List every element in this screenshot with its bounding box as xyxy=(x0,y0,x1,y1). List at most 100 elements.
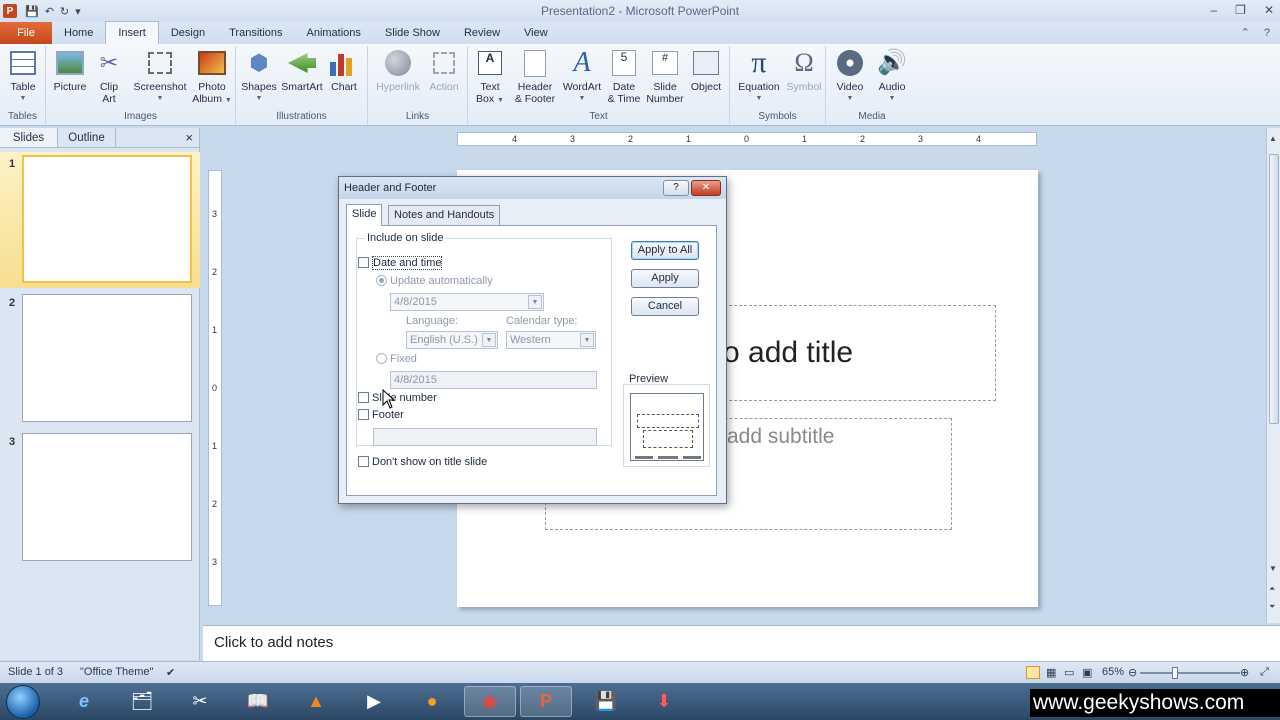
slide-thumbnail-row[interactable]: 2 xyxy=(0,291,200,427)
date-time-button[interactable]: 5 Date & Time xyxy=(604,48,644,105)
powerpoint-app-icon[interactable]: P xyxy=(3,4,17,18)
header-footer-button[interactable]: Header & Footer xyxy=(510,48,560,105)
vlc-icon[interactable]: ▲ xyxy=(290,686,342,717)
dont-show-title-checkbox[interactable]: Don't show on title slide xyxy=(358,456,487,468)
table-button[interactable]: Table ▼ xyxy=(6,48,40,105)
language-label: Language: xyxy=(406,315,458,327)
fixed-radio[interactable]: Fixed xyxy=(376,353,417,365)
tab-notes-handouts[interactable]: Notes and Handouts xyxy=(388,205,501,225)
tab-slide-show[interactable]: Slide Show xyxy=(373,22,452,44)
previous-slide-icon[interactable]: ⏶ xyxy=(1269,584,1275,594)
text-box-button[interactable]: A Text Box ▼ xyxy=(472,48,508,107)
tab-outline[interactable]: Outline xyxy=(58,128,116,147)
symbol-button[interactable]: Ω Symbol xyxy=(784,48,824,94)
language-select[interactable]: English (U.S.) ▼ xyxy=(406,331,498,349)
clip-art-button[interactable]: ✂ Clip Art xyxy=(94,48,124,106)
screenshot-button[interactable]: Screenshot ▼ xyxy=(130,48,190,105)
vertical-scrollbar[interactable]: ▲ ▼ ⏶ ⏷ xyxy=(1266,128,1280,623)
wordart-button[interactable]: A WordArt ▼ xyxy=(560,48,604,105)
hyperlink-globe-icon xyxy=(385,50,411,76)
file-manager-icon[interactable]: 💾 xyxy=(580,686,632,717)
calendar-type-select[interactable]: Western ▼ xyxy=(506,331,596,349)
chart-button[interactable]: Chart xyxy=(328,48,360,93)
smartart-button[interactable]: SmartArt xyxy=(280,48,324,93)
ie-icon[interactable]: e xyxy=(58,686,110,717)
tab-home[interactable]: Home xyxy=(52,22,105,44)
powerpoint-icon[interactable]: P xyxy=(520,686,572,717)
photo-album-button[interactable]: Photo Album ▼ xyxy=(192,48,232,107)
explorer-icon[interactable]: 🗂 xyxy=(116,686,168,717)
minimize-button[interactable]: – xyxy=(1210,3,1217,17)
slide-thumbnail[interactable] xyxy=(22,294,192,422)
audio-button[interactable]: 🔊 Audio ▼ xyxy=(872,48,912,105)
dialog-help-button[interactable]: ? xyxy=(663,180,689,196)
slide-thumbnail[interactable] xyxy=(22,155,192,283)
cancel-button[interactable]: Cancel xyxy=(631,297,699,316)
tab-slide[interactable]: Slide xyxy=(346,204,383,226)
apply-to-all-button[interactable]: Apply to All xyxy=(631,241,699,260)
ebook-icon[interactable]: 📖 xyxy=(232,686,284,717)
scrollbar-thumb[interactable] xyxy=(1269,154,1279,424)
footer-input[interactable] xyxy=(373,428,597,446)
spellcheck-icon[interactable]: ✔ xyxy=(166,666,175,679)
shapes-button[interactable]: ⬢ Shapes ▼ xyxy=(240,48,278,105)
group-illustrations: ⬢ Shapes ▼ SmartArt Chart Illustrations xyxy=(236,46,368,124)
slide-number-button[interactable]: # Slide Number xyxy=(644,48,686,105)
customize-icon[interactable]: ▾ xyxy=(75,5,81,18)
start-button[interactable] xyxy=(6,685,40,719)
tab-review[interactable]: Review xyxy=(452,22,512,44)
action-button[interactable]: Action xyxy=(426,48,462,93)
slide-show-view-icon[interactable]: ▣ xyxy=(1082,666,1092,679)
dialog-close-button[interactable]: ✕ xyxy=(691,180,721,196)
fixed-date-input[interactable]: 4/8/2015 xyxy=(390,371,597,389)
tab-transitions[interactable]: Transitions xyxy=(217,22,294,44)
tab-insert[interactable]: Insert xyxy=(105,21,159,44)
firefox-icon[interactable]: ● xyxy=(406,686,458,717)
date-time-checkbox[interactable]: Date and time xyxy=(358,256,443,270)
slide-thumbnail-row[interactable]: 1 xyxy=(0,152,200,288)
tool-icon[interactable]: ✂ xyxy=(174,686,226,717)
tab-slides[interactable]: Slides xyxy=(0,128,58,147)
slide-sorter-icon[interactable]: ▦ xyxy=(1046,666,1056,679)
equation-button[interactable]: π Equation ▼ xyxy=(734,48,784,105)
object-button[interactable]: Object xyxy=(686,48,726,93)
notes-pane[interactable]: Click to add notes xyxy=(203,625,1280,661)
undo-icon[interactable]: ↶ xyxy=(45,5,54,18)
scroll-up-icon[interactable]: ▲ xyxy=(1269,134,1277,143)
normal-view-icon[interactable] xyxy=(1026,666,1040,679)
zoom-slider-knob[interactable] xyxy=(1172,667,1178,679)
help-icon[interactable]: ? xyxy=(1264,22,1270,44)
zoom-slider[interactable] xyxy=(1140,672,1240,674)
update-automatically-radio[interactable]: Update automatically xyxy=(376,275,493,287)
slide-thumbnail-row[interactable]: 3 xyxy=(0,430,200,566)
next-slide-icon[interactable]: ⏷ xyxy=(1269,602,1275,612)
tab-design[interactable]: Design xyxy=(159,22,217,44)
scroll-down-icon[interactable]: ▼ xyxy=(1269,564,1277,573)
fit-slide-icon[interactable]: ⤢ xyxy=(1260,666,1269,679)
video-button[interactable]: Video ▼ xyxy=(830,48,870,105)
date-format-select[interactable]: 4/8/2015 ▼ xyxy=(390,293,544,311)
minimize-ribbon-icon[interactable]: ⌃ xyxy=(1241,22,1250,44)
zoom-in-icon[interactable]: ⊕ xyxy=(1240,666,1249,679)
download-icon[interactable]: ⬇ xyxy=(638,686,690,717)
tab-file[interactable]: File xyxy=(0,22,52,44)
chrome-icon[interactable]: ◉ xyxy=(464,686,516,717)
reading-view-icon[interactable]: ▭ xyxy=(1064,666,1074,679)
close-icon[interactable]: × xyxy=(185,130,193,145)
maximize-button[interactable]: ❐ xyxy=(1235,3,1246,17)
media-icon[interactable]: ▶ xyxy=(348,686,400,717)
tab-animations[interactable]: Animations xyxy=(295,22,373,44)
slide-number-checkbox[interactable]: Slide number xyxy=(358,392,437,404)
picture-button[interactable]: Picture xyxy=(52,48,88,93)
footer-checkbox[interactable]: Footer xyxy=(358,409,404,421)
chevron-down-icon: ▼ xyxy=(755,95,763,102)
save-icon[interactable]: 💾 xyxy=(25,5,39,18)
zoom-level[interactable]: 65% xyxy=(1102,666,1124,678)
slide-thumbnail[interactable] xyxy=(22,433,192,561)
zoom-out-icon[interactable]: ⊖ xyxy=(1128,666,1137,679)
hyperlink-button[interactable]: Hyperlink xyxy=(372,48,424,93)
tab-view[interactable]: View xyxy=(512,22,560,44)
close-button[interactable]: ✕ xyxy=(1264,3,1274,17)
redo-icon[interactable]: ↻ xyxy=(60,5,69,18)
apply-button[interactable]: Apply xyxy=(631,269,699,288)
